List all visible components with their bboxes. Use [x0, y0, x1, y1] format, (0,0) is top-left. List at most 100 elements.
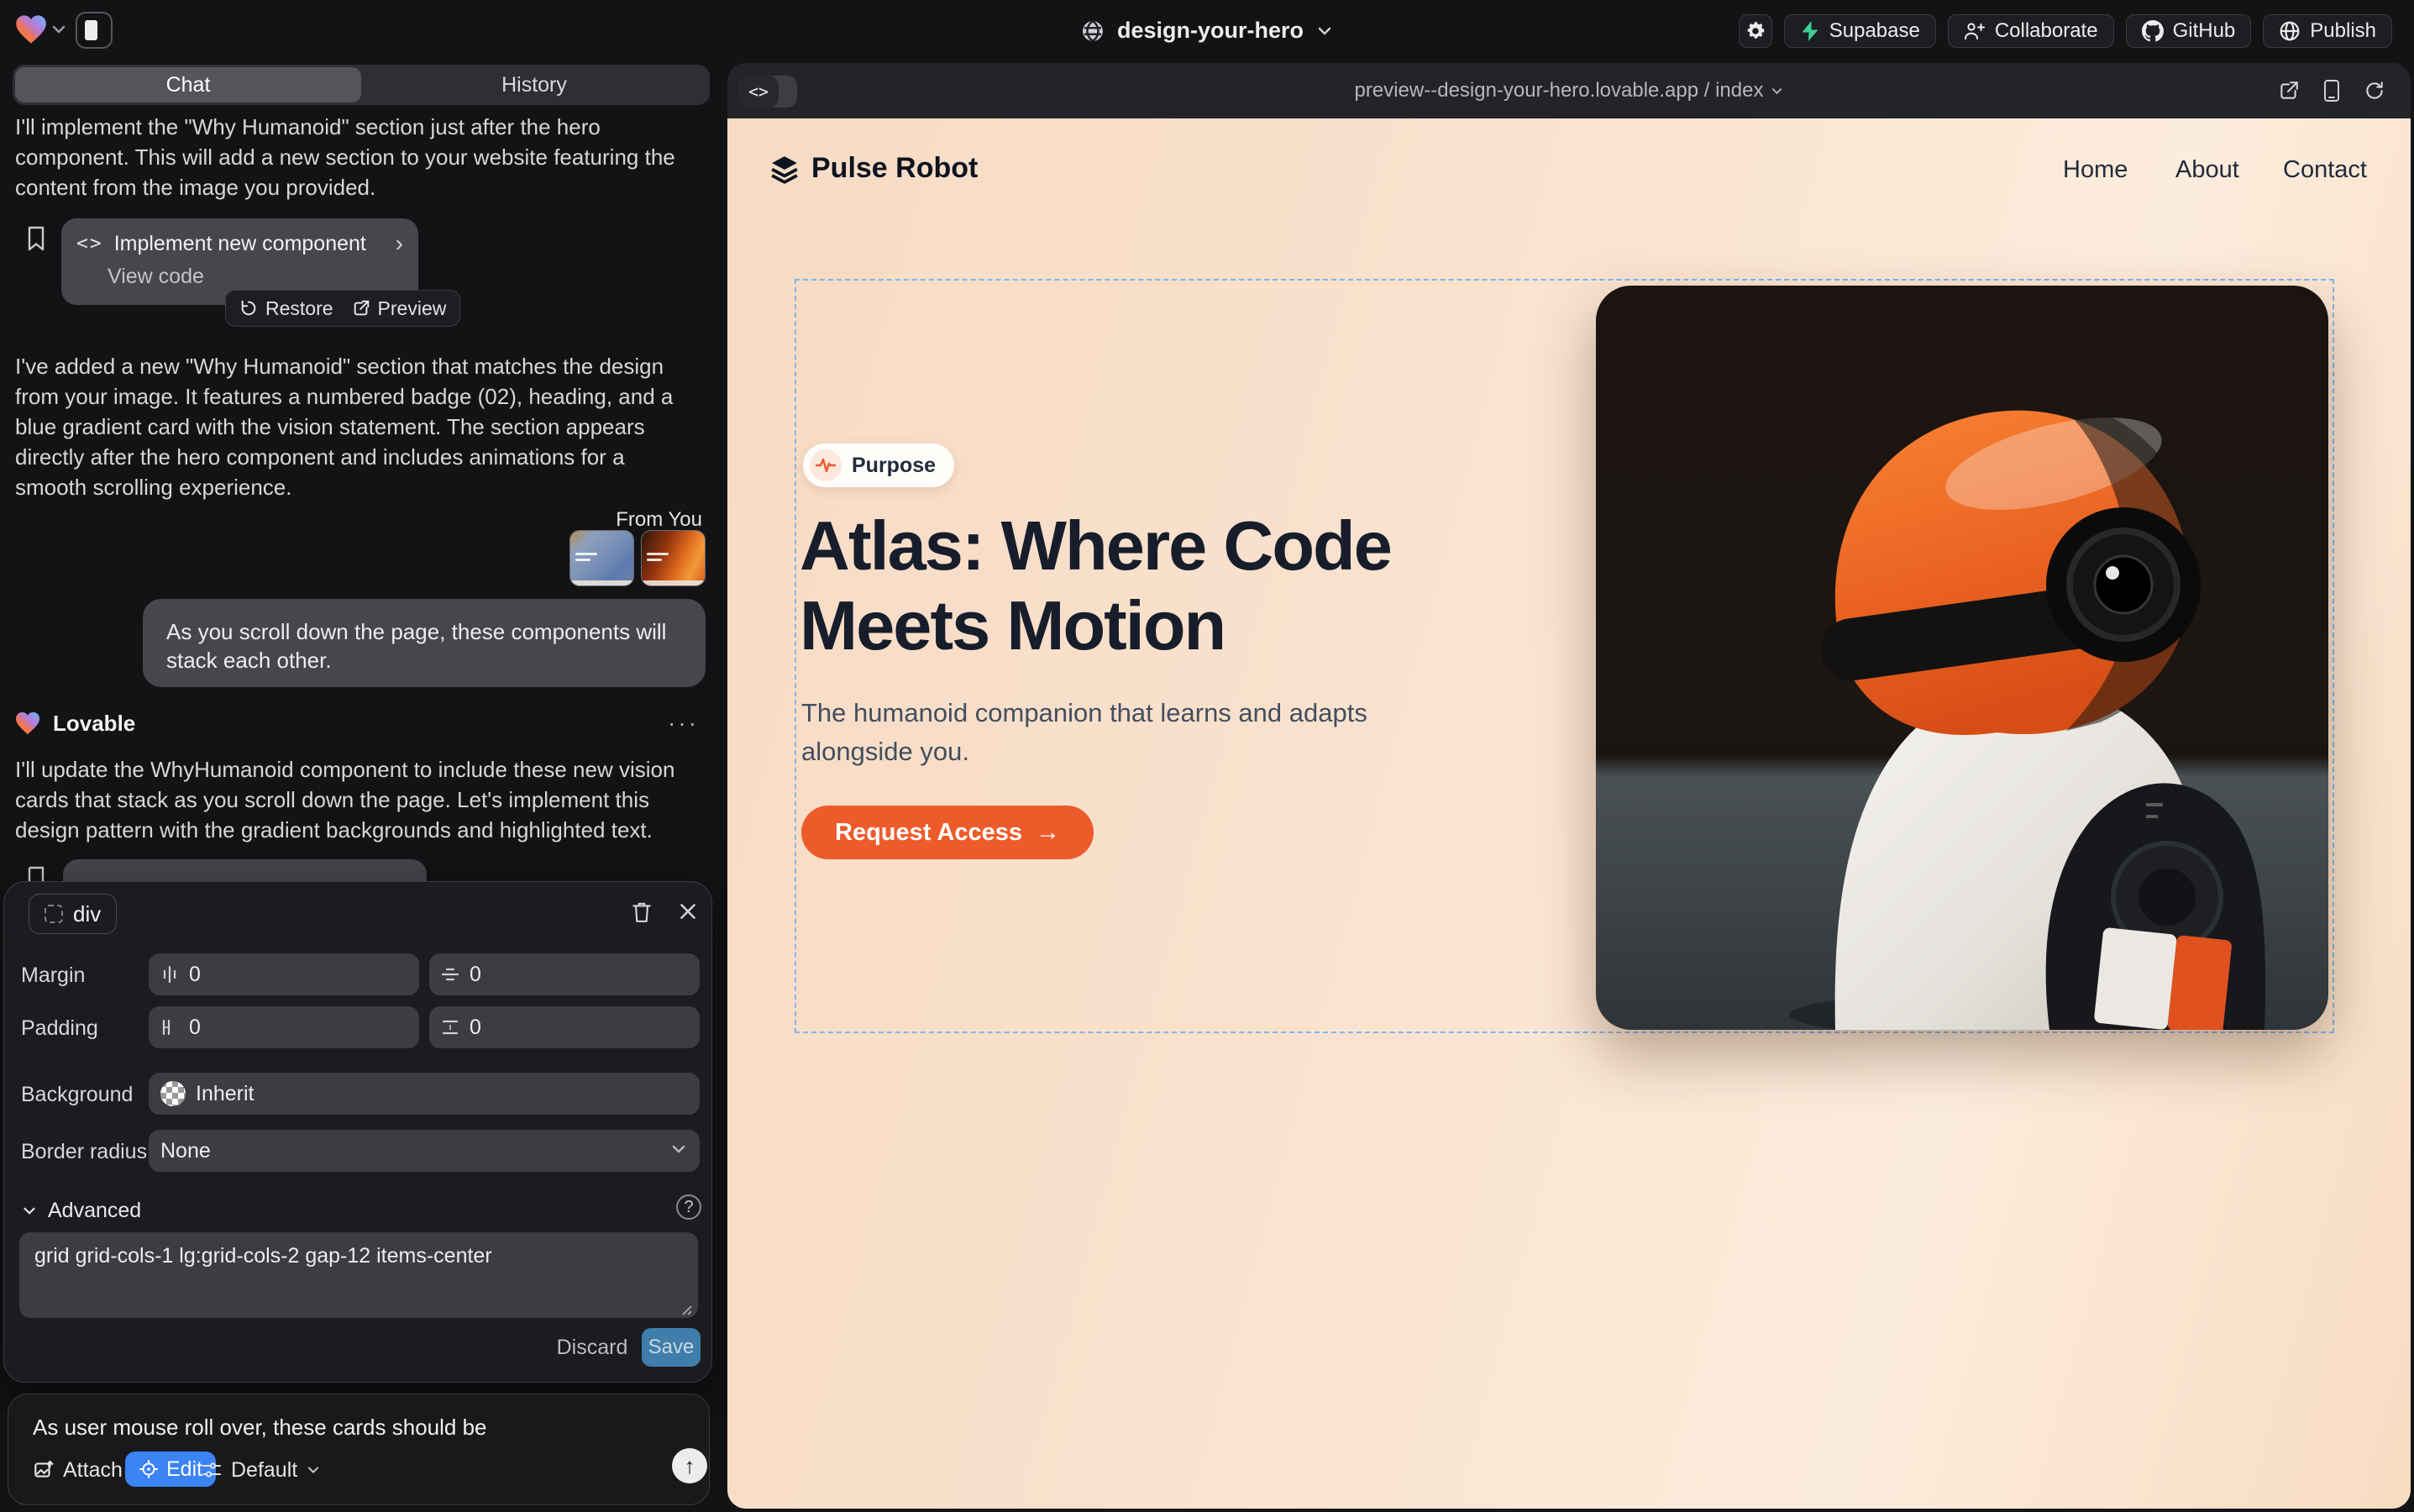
- project-switcher[interactable]: design-your-hero: [1080, 0, 1334, 61]
- request-access-button[interactable]: Request Access →: [801, 806, 1094, 859]
- publish-button[interactable]: Publish: [2263, 14, 2392, 48]
- assistant-message: I'll implement the "Why Humanoid" sectio…: [15, 112, 699, 202]
- supabase-button[interactable]: Supabase: [1784, 14, 1936, 48]
- tab-chat[interactable]: Chat: [15, 67, 361, 102]
- github-button[interactable]: GitHub: [2126, 14, 2252, 48]
- color-swatch-icon: [160, 1081, 186, 1106]
- padding-y-field[interactable]: [429, 1006, 700, 1048]
- site-preview: Pulse Robot Home About Contact Purpose A…: [727, 118, 2411, 1509]
- code-icon: <>: [76, 233, 103, 255]
- selected-hero-section[interactable]: Purpose Atlas: Where Code Meets Motion T…: [795, 279, 2334, 1033]
- close-icon[interactable]: [677, 900, 699, 922]
- attachment-thumbnail-orange[interactable]: [641, 530, 706, 586]
- nav-about[interactable]: About: [2175, 156, 2239, 184]
- padding-x-field[interactable]: [149, 1006, 419, 1048]
- sidebar-toggle-button[interactable]: [76, 12, 113, 49]
- nav-home[interactable]: Home: [2063, 156, 2128, 184]
- gear-icon: [1745, 20, 1766, 42]
- mobile-view-button[interactable]: [2322, 79, 2342, 102]
- edit-label: Edit: [166, 1457, 202, 1482]
- border-radius-select[interactable]: None: [149, 1130, 700, 1172]
- publish-label: Publish: [2310, 19, 2376, 43]
- send-button[interactable]: ↑: [672, 1448, 707, 1483]
- chat-composer[interactable]: As user mouse roll over, these cards sho…: [8, 1394, 710, 1505]
- preview-actions: [2278, 63, 2385, 118]
- attachment-thumbnail-blue[interactable]: [569, 530, 634, 586]
- margin-y-icon: [441, 965, 459, 984]
- open-in-new-tab-button[interactable]: [2278, 80, 2300, 102]
- preview-label: Preview: [378, 297, 447, 320]
- nav-contact[interactable]: Contact: [2283, 156, 2367, 184]
- chat-history-tabs: Chat History: [13, 65, 710, 105]
- margin-y-field[interactable]: [429, 953, 700, 995]
- view-code-link[interactable]: View code: [108, 265, 403, 289]
- bookmark-icon: [26, 866, 46, 881]
- attach-image-icon: [33, 1459, 55, 1481]
- preview-toolbar: <> preview--design-your-hero.lovable.app…: [727, 63, 2411, 118]
- preview-url[interactable]: preview--design-your-hero.lovable.app / …: [1355, 63, 1784, 118]
- model-selector[interactable]: Default: [201, 1453, 321, 1487]
- collaborate-button[interactable]: Collaborate: [1948, 14, 2114, 48]
- border-radius-label: Border radius: [21, 1140, 147, 1164]
- tab-history[interactable]: History: [361, 67, 707, 102]
- message-menu-button[interactable]: ···: [668, 710, 699, 737]
- preview-button[interactable]: Preview: [352, 297, 447, 320]
- brand-name: Pulse Robot: [811, 152, 978, 185]
- site-logo[interactable]: Pulse Robot: [769, 152, 978, 185]
- discard-button[interactable]: Discard: [550, 1328, 634, 1367]
- restore-button[interactable]: Restore: [239, 297, 333, 320]
- composer-input[interactable]: As user mouse roll over, these cards sho…: [33, 1415, 680, 1441]
- selected-element-tag: div: [73, 901, 101, 927]
- code-preview-toggle[interactable]: <>: [738, 76, 797, 108]
- save-button[interactable]: Save: [642, 1328, 701, 1367]
- delete-element-button[interactable]: [631, 900, 653, 924]
- from-you-label: From You: [504, 508, 702, 532]
- lovable-logo-icon[interactable]: [15, 13, 47, 45]
- chevron-right-icon: ›: [396, 230, 403, 257]
- version-hover-toolbar: Restore Preview: [225, 290, 460, 327]
- chevron-down-icon: [306, 1465, 321, 1475]
- attach-button[interactable]: Attach: [33, 1453, 123, 1487]
- arrow-up-icon: ↑: [685, 1453, 695, 1479]
- component-card-title: Implement new component: [114, 232, 366, 256]
- workspace-chevron-icon[interactable]: [50, 24, 67, 35]
- advanced-section-toggle[interactable]: Advanced: [21, 1199, 141, 1223]
- project-name: design-your-hero: [1117, 18, 1304, 44]
- refresh-button[interactable]: [2364, 80, 2385, 102]
- mode-label: Default: [231, 1458, 297, 1483]
- bookmark-icon[interactable]: [26, 225, 46, 252]
- help-icon[interactable]: ?: [676, 1194, 701, 1220]
- margin-y-input[interactable]: [470, 963, 688, 987]
- restore-label: Restore: [265, 297, 333, 320]
- settings-button[interactable]: [1739, 14, 1772, 48]
- pulse-icon: [810, 449, 842, 481]
- background-label: Background: [21, 1083, 133, 1107]
- chevron-down-icon: [21, 1205, 38, 1216]
- user-plus-icon: [1964, 21, 1986, 41]
- background-field[interactable]: [149, 1073, 700, 1115]
- background-input[interactable]: [196, 1082, 688, 1106]
- github-label: GitHub: [2173, 19, 2236, 43]
- hero-subheading: The humanoid companion that learns and a…: [801, 694, 1423, 771]
- sliders-icon: [201, 1460, 223, 1480]
- chevron-down-icon: [669, 1143, 688, 1159]
- attach-label: Attach: [63, 1458, 123, 1483]
- selected-element-chip[interactable]: div: [29, 894, 117, 934]
- border-radius-value: None: [160, 1139, 211, 1163]
- selection-icon: [45, 905, 63, 923]
- padding-y-input[interactable]: [470, 1016, 688, 1040]
- margin-x-icon: [160, 965, 179, 984]
- layers-icon: [769, 154, 800, 184]
- hero-robot-image: [1596, 286, 2328, 1030]
- margin-x-input[interactable]: [189, 963, 407, 987]
- cta-label: Request Access: [835, 819, 1022, 847]
- assistant-header: Lovable ···: [15, 710, 699, 737]
- code-toggle-icon: <>: [738, 76, 779, 108]
- padding-x-input[interactable]: [189, 1016, 407, 1040]
- project-chevron-icon: [1315, 25, 1334, 37]
- classes-textarea[interactable]: grid grid-cols-1 lg:grid-cols-2 gap-12 i…: [19, 1232, 698, 1318]
- margin-x-field[interactable]: [149, 953, 419, 995]
- advanced-label: Advanced: [48, 1199, 141, 1223]
- user-message-bubble: As you scroll down the page, these compo…: [143, 599, 706, 687]
- chat-panel: Chat History I'll implement the "Why Hum…: [0, 61, 727, 1512]
